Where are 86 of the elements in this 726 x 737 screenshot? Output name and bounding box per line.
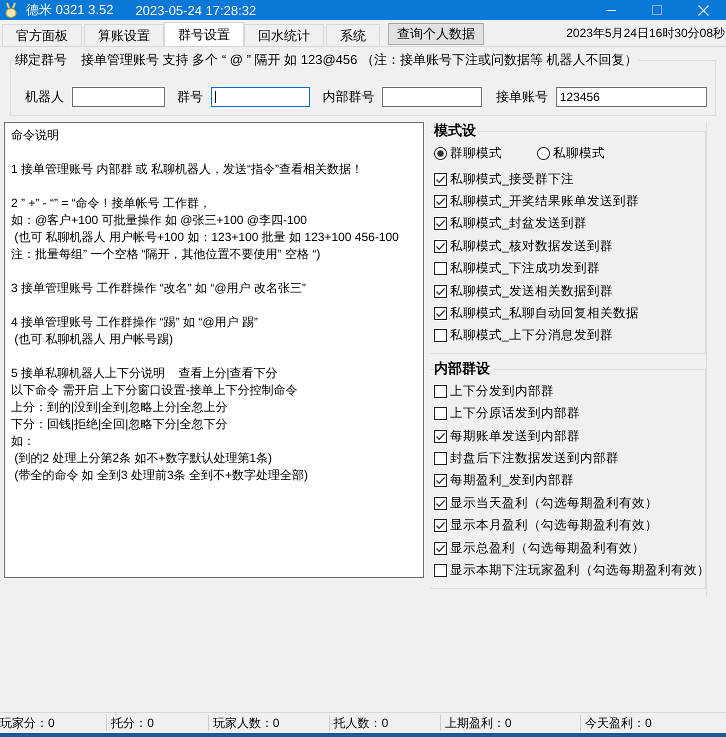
checkbox-label: 私聊模式_开奖结果账单发送到群 bbox=[450, 193, 639, 210]
checkbox[interactable] bbox=[434, 430, 447, 443]
checkbox-label: 显示当天盈利（勾选每期盈利有效） bbox=[450, 494, 658, 512]
instruction-line: 下分：回钱|拒绝|全回|忽略下分|全忽下分 bbox=[11, 416, 228, 433]
checkbox-label: 显示总盈利（勾选每期盈利有效） bbox=[450, 540, 645, 557]
hint-text: 接单管理账号 支持 多个 “ @ ” 隔开 如 123@456 （注：接单账号下注或问数据等 机器人不回复） bbox=[81, 51, 638, 69]
checkbox-label: 私聊模式_发送相关数据到群 bbox=[450, 282, 613, 300]
instruction-line: 注：批量每组” 一个空格 “隔开，其他位置不要使用” 空格 “) bbox=[11, 246, 322, 263]
checkbox-label: 每期盈利_发到内部群 bbox=[450, 472, 574, 490]
checkbox[interactable] bbox=[434, 329, 447, 342]
instruction-line: 2 ” +” - “” = “命令！接单帐号 工作群， bbox=[11, 195, 212, 212]
checkbox-label: 私聊模式_封盆发送到群 bbox=[450, 215, 587, 232]
instruction-line: (带全的命令 如 全到3 处理前3条 全到不+数字处理全部) bbox=[13, 467, 310, 484]
checkbox[interactable] bbox=[434, 195, 447, 208]
checkbox-label: 私聊模式_上下分消息发到群 bbox=[450, 327, 613, 344]
checkbox-label: 显示本期下注玩家盈利（勾选每期盈利有效） bbox=[450, 562, 710, 579]
checkbox[interactable] bbox=[434, 452, 447, 465]
checkbox-label: 私聊模式_私聊自动回复相关数据 bbox=[450, 305, 639, 322]
instruction-line: 5 接单私聊机器人上下分说明 查看上分|查看下分 bbox=[11, 365, 278, 382]
checkbox[interactable] bbox=[434, 496, 447, 510]
status-text: 玩家分：0 bbox=[0, 715, 56, 731]
tab[interactable]: 回水统计 bbox=[244, 24, 324, 46]
instruction-line: 4 接单管理账号 工作群操作 “踢” 如 “@用户 踢” bbox=[11, 314, 259, 331]
group-title: 模式设 bbox=[434, 122, 477, 140]
checkbox-label: 私聊模式_下注成功发到群 bbox=[450, 260, 600, 278]
instruction-line: (也可 私聊机器人 用户帐号踢) bbox=[13, 331, 174, 348]
instruction-line: 3 接单管理账号 工作群操作 “改名” 如 “@用户 改名张三” bbox=[11, 280, 307, 297]
close-icon bbox=[698, 4, 708, 16]
group-title: 绑定群号 bbox=[15, 51, 67, 69]
instruction-line: 1 接单管理账号 内部群 或 私聊机器人，发送“指令”查看相关数据！ bbox=[11, 161, 364, 178]
checkbox[interactable] bbox=[434, 542, 447, 555]
instruction-line: 以下命令 需开启 上下分窗口设置-接单上下分控制命令 bbox=[11, 382, 299, 399]
command-text-area[interactable] bbox=[4, 122, 424, 578]
status-text: 托人数：0 bbox=[328, 715, 440, 731]
instruction-line: (也可 私聊机器人 用户帐号+100 如：123+100 批量 如 123+100 456-100 bbox=[13, 229, 400, 246]
checkbox-label: 私聊模式_核对数据发送到群 bbox=[450, 238, 613, 255]
title-time: 2023-05-24 17:28:32 bbox=[135, 2, 256, 18]
instruction-line: 如： bbox=[11, 433, 36, 450]
checkbox[interactable] bbox=[434, 564, 447, 577]
maximize-icon bbox=[652, 5, 662, 15]
input-field[interactable] bbox=[382, 87, 482, 107]
instruction-line: 如：@客户+100 可批量操作 如 @张三+100 @李四-100 bbox=[11, 212, 308, 229]
status-text: 今天盈利：0 bbox=[580, 715, 726, 731]
checkbox[interactable] bbox=[434, 519, 447, 532]
field-label: 接单账号 bbox=[496, 88, 548, 106]
checkbox[interactable] bbox=[434, 217, 447, 230]
group-title: 内部群设 bbox=[434, 360, 491, 378]
app-icon bbox=[4, 2, 18, 18]
input-field[interactable] bbox=[210, 87, 310, 107]
clock-text: 2023年5月24日16时30分08秒 bbox=[566, 25, 726, 42]
checkbox[interactable] bbox=[434, 407, 447, 420]
checkbox[interactable] bbox=[434, 474, 447, 488]
text-cursor-icon bbox=[214, 91, 216, 103]
input-field[interactable] bbox=[72, 87, 165, 107]
status-text: 玩家人数：0 bbox=[208, 715, 329, 731]
checkbox[interactable] bbox=[434, 262, 447, 276]
field-label: 机器人 bbox=[25, 88, 64, 106]
query-button[interactable]: 查询个人数据 bbox=[388, 23, 484, 45]
checkbox[interactable] bbox=[434, 240, 447, 253]
checkbox-label: 上下分发到内部群 bbox=[450, 382, 554, 400]
tab[interactable]: 算账设置 bbox=[84, 24, 164, 46]
checkbox[interactable] bbox=[434, 284, 447, 298]
input-field[interactable]: 123456 bbox=[556, 87, 707, 107]
status-text: 上期盈利：0 bbox=[440, 715, 580, 731]
checkbox-label: 显示本月盈利（勾选每期盈利有效） bbox=[450, 517, 658, 534]
checkbox-label: 每期账单发送到内部群 bbox=[450, 428, 580, 445]
window-title: 德米 0321 3.52 bbox=[26, 1, 114, 19]
checkbox-label: 私聊模式_接受群下注 bbox=[450, 170, 574, 188]
tab[interactable]: 群号设置 bbox=[164, 22, 244, 46]
field-label: 群号 bbox=[176, 88, 203, 106]
checkbox-label: 上下分原话发到内部群 bbox=[450, 405, 580, 422]
checkbox[interactable] bbox=[434, 172, 447, 186]
tab[interactable]: 官方面板 bbox=[2, 24, 82, 46]
radio-button[interactable] bbox=[434, 146, 447, 160]
checkbox[interactable] bbox=[434, 384, 447, 398]
instruction-line: 命令说明 bbox=[11, 127, 60, 144]
radio-label: 私聊模式 bbox=[553, 144, 605, 162]
radio-button[interactable] bbox=[537, 146, 550, 160]
instruction-line: (到的2 处理上分第2条 如不+数字默认处理第1条) bbox=[13, 450, 274, 467]
status-text: 托分：0 bbox=[106, 715, 208, 731]
tab[interactable]: 系统 bbox=[326, 24, 380, 46]
checkbox-label: 封盘后下注数据发送到内部群 bbox=[450, 450, 619, 467]
radio-label: 群聊模式 bbox=[450, 144, 502, 162]
field-label: 内部群号 bbox=[322, 88, 374, 106]
instruction-line: 上分：到的|没到|全到|忽略上分|全忽上分 bbox=[11, 399, 228, 416]
checkbox[interactable] bbox=[434, 307, 447, 320]
